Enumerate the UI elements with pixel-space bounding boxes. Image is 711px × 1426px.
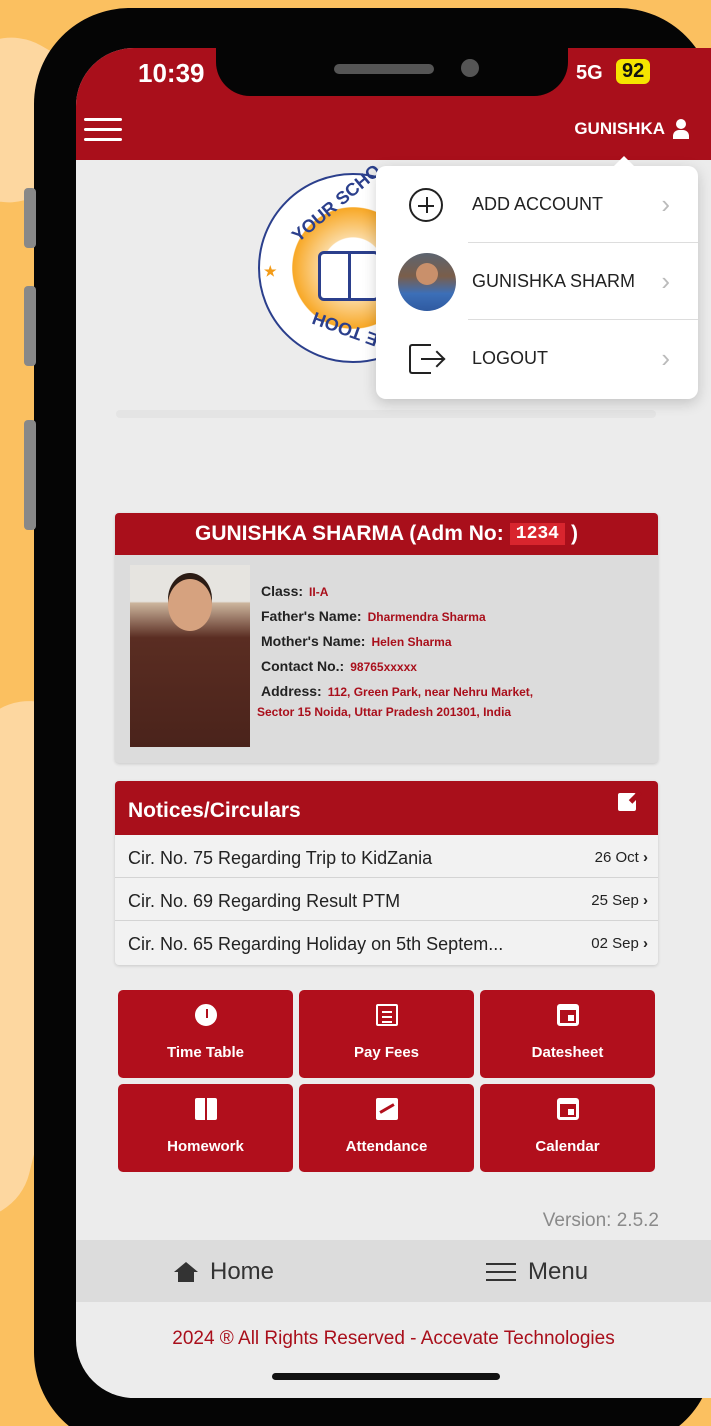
- star-icon: ★: [264, 263, 277, 279]
- notices-header: Notices/Circulars: [115, 781, 658, 835]
- side-button: [24, 286, 36, 366]
- side-button: [24, 420, 36, 530]
- notice-row[interactable]: Cir. No. 69 Regarding Result PTM 25 Sep …: [115, 878, 658, 921]
- document-icon: [376, 1004, 398, 1026]
- student-card: GUNISHKA SHARMA (Adm No: 1234 ) Class: II…: [115, 513, 658, 763]
- copyright-footer: 2024 ® All Rights Reserved - Accevate Te…: [172, 1328, 615, 1349]
- menu-item-label: GUNISHKA SHARM: [472, 271, 636, 291]
- tab-home[interactable]: Home: [174, 1258, 274, 1286]
- hamburger-icon[interactable]: [84, 118, 122, 142]
- quick-actions-grid: Time Table Pay Fees Datesheet Homework A…: [118, 990, 658, 1172]
- menu-item-label: LOGOUT: [472, 348, 549, 368]
- battery-indicator: 92: [616, 59, 651, 84]
- notices-panel: Notices/Circulars Cir. No. 75 Regarding …: [115, 781, 658, 965]
- username-label: GUNISHKA: [574, 119, 665, 138]
- network-indicator: 5G: [576, 62, 603, 84]
- mother-name: Helen Sharma: [371, 635, 452, 649]
- calendar-button[interactable]: Calendar: [480, 1084, 655, 1172]
- logout-icon: [409, 343, 443, 374]
- edit-icon[interactable]: [618, 793, 636, 811]
- chevron-right-icon: ›: [643, 849, 648, 866]
- student-details: Class: II-A Father's Name: Dharmendra Shar…: [257, 579, 534, 719]
- user-menu-button[interactable]: GUNISHKA: [574, 119, 689, 139]
- class-value: II-A: [309, 585, 329, 599]
- student-card-header: GUNISHKA SHARMA (Adm No: 1234 ): [115, 513, 658, 555]
- school-address-placeholder: [116, 410, 656, 418]
- plus-circle-icon: [409, 187, 443, 222]
- notice-row[interactable]: Cir. No. 75 Regarding Trip to KidZania 2…: [115, 835, 658, 878]
- time-table-button[interactable]: Time Table: [118, 990, 293, 1078]
- pay-fees-button[interactable]: Pay Fees: [299, 990, 474, 1078]
- app-screen: 10:39 5G 92 GUNISHKA YOUR SCHO NAME TOOH…: [76, 48, 711, 1398]
- address-line-2: Sector 15 Noida, Uttar Pradesh 201301, I…: [257, 705, 512, 719]
- bottom-tab-bar: Home Menu: [76, 1240, 711, 1302]
- father-name: Dharmendra Sharma: [367, 610, 486, 624]
- chevron-right-icon: ›: [643, 892, 648, 909]
- book-icon: [195, 1098, 217, 1120]
- account-dropdown: ADD ACCOUNT › GUNISHKA SHARM › LOGOUT ›: [376, 156, 698, 399]
- book-icon: [318, 251, 380, 301]
- calendar-icon: [557, 1098, 579, 1120]
- clock-icon: [195, 1004, 217, 1026]
- attendance-button[interactable]: Attendance: [299, 1084, 474, 1172]
- chevron-right-icon: ›: [661, 189, 670, 219]
- logout-item[interactable]: LOGOUT ›: [376, 320, 698, 397]
- app-version: Version: 2.5.2: [542, 1210, 659, 1231]
- address-line-1: 112, Green Park, near Nehru Market,: [327, 685, 534, 699]
- status-time: 10:39: [138, 58, 205, 88]
- home-indicator[interactable]: [272, 1373, 500, 1380]
- datesheet-button[interactable]: Datesheet: [480, 990, 655, 1078]
- chevron-right-icon: ›: [661, 266, 670, 296]
- home-icon: [174, 1262, 198, 1282]
- chevron-right-icon: ›: [661, 343, 670, 373]
- tab-menu[interactable]: Menu: [486, 1258, 588, 1286]
- student-name: GUNISHKA SHARMA (Adm No:: [195, 522, 504, 545]
- notice-row[interactable]: Cir. No. 65 Regarding Holiday on 5th Sep…: [115, 921, 658, 964]
- account-item-gunishka[interactable]: GUNISHKA SHARM ›: [376, 243, 698, 320]
- menu-item-label: ADD ACCOUNT: [472, 194, 604, 214]
- admission-number: 1234: [509, 523, 565, 545]
- calendar-icon: [557, 1004, 579, 1026]
- student-photo: [130, 565, 250, 747]
- side-button: [24, 188, 36, 248]
- chart-icon: [376, 1098, 398, 1120]
- avatar: [398, 252, 456, 311]
- user-icon: [673, 119, 689, 139]
- contact-number: 98765xxxxx: [350, 660, 417, 674]
- chevron-right-icon: ›: [643, 935, 648, 952]
- homework-button[interactable]: Homework: [118, 1084, 293, 1172]
- notch: [216, 48, 568, 96]
- add-account-item[interactable]: ADD ACCOUNT ›: [376, 166, 698, 243]
- notices-title: Notices/Circulars: [128, 799, 301, 822]
- menu-icon: [486, 1263, 516, 1281]
